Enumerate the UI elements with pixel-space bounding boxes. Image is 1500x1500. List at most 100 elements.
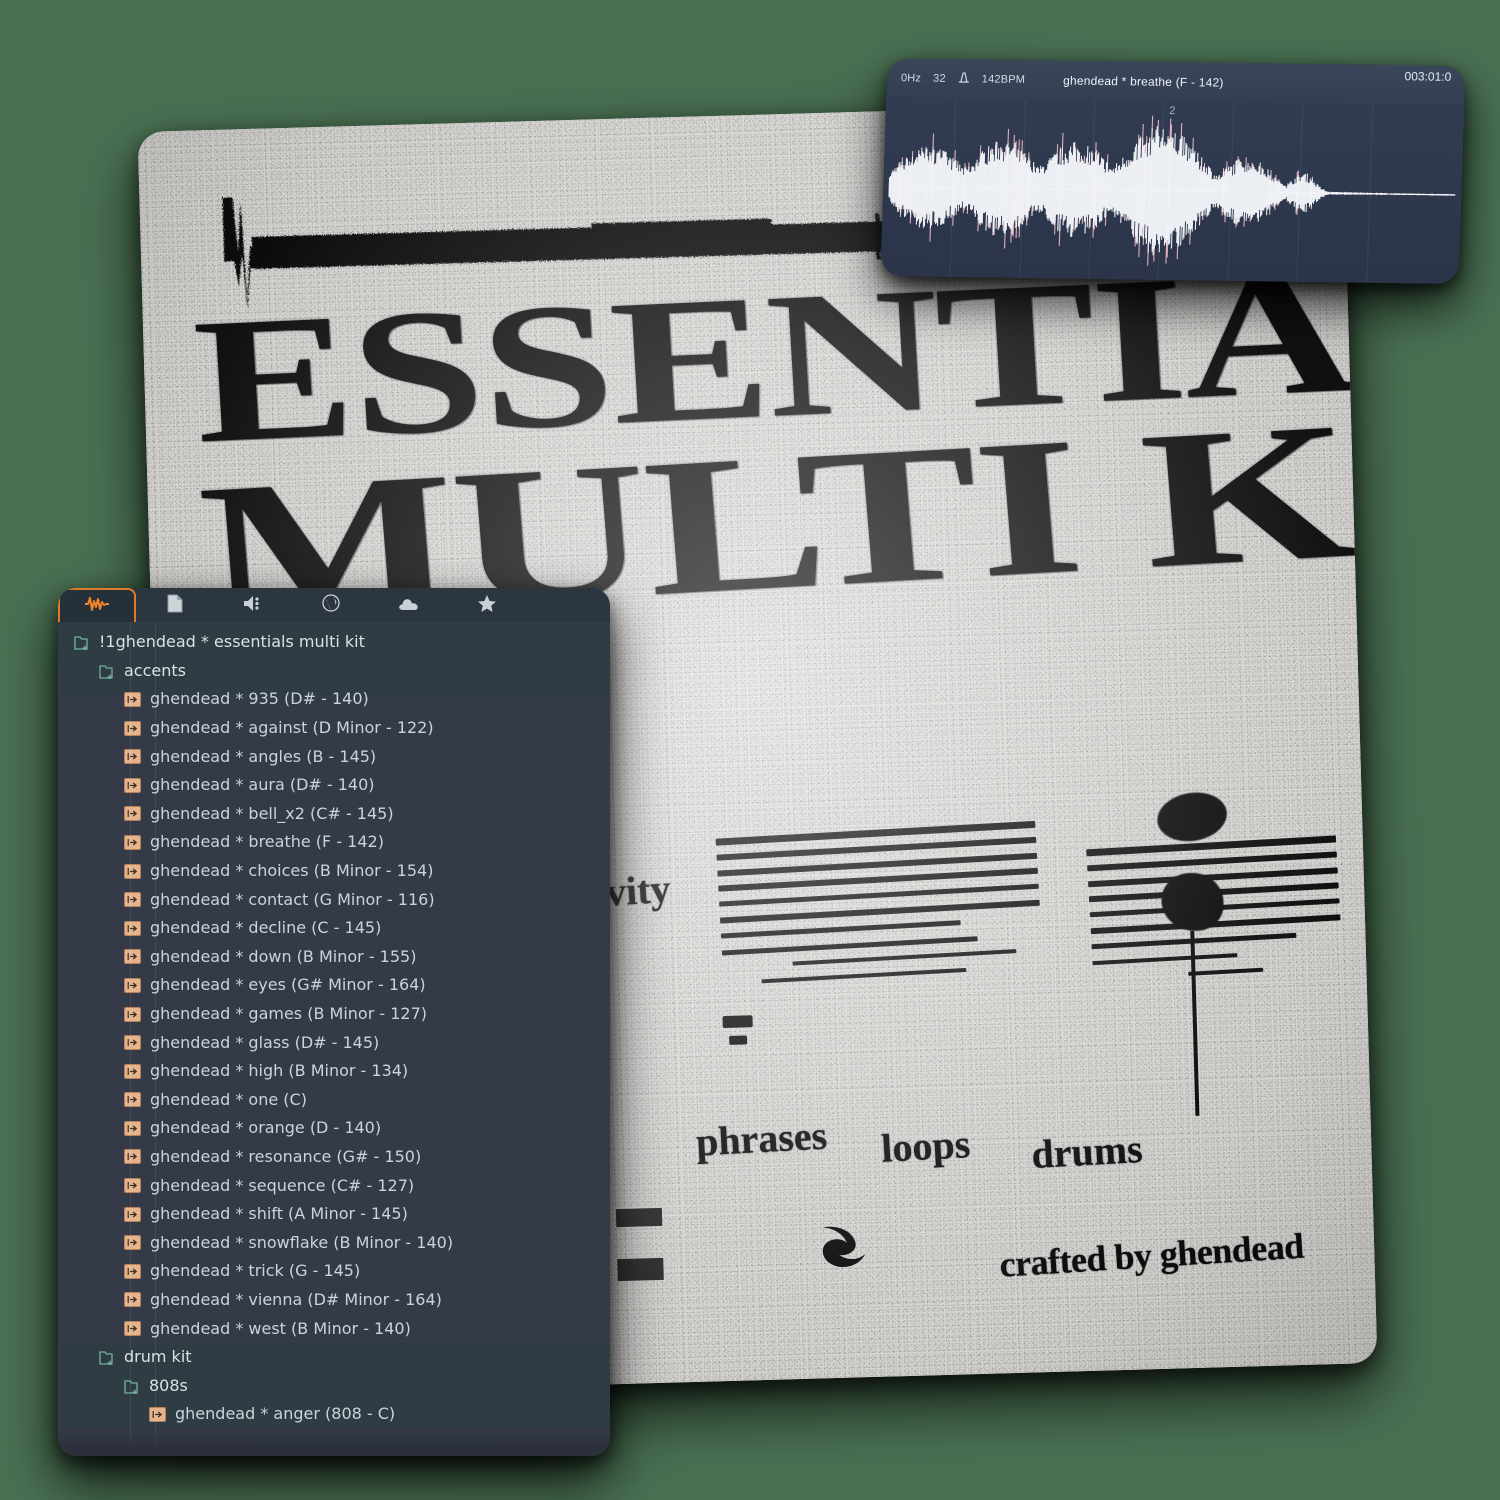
tree-row-label: ghendead * decline (C - 145) [150,918,382,938]
tree-guide-line [155,622,156,1456]
tree-row-label: ghendead * choices (B Minor - 154) [150,861,434,881]
tree-file-row[interactable]: ghendead * trick (G - 145) [58,1257,610,1286]
tree-row-label: ghendead * breathe (F - 142) [150,832,384,852]
audio-sample-icon [124,920,141,936]
bpm-label: 142BPM [981,73,1026,86]
tree-folder-row[interactable]: 808s [58,1371,610,1400]
tree-file-row[interactable]: ghendead * down (B Minor - 155) [58,943,610,972]
tree-file-row[interactable]: ghendead * bell_x2 (C# - 145) [58,800,610,829]
tree-file-row[interactable]: ghendead * anger (808 - C) [58,1400,610,1429]
tree-row-label: ghendead * games (B Minor - 127) [150,1004,428,1024]
poster-ink-mark-1 [722,1015,753,1029]
tree-file-row[interactable]: ghendead * high (B Minor - 134) [58,1057,610,1086]
poster-credit-text: crafted by ghendead [998,1225,1305,1285]
tree-row-label: ghendead * down (B Minor - 155) [150,946,417,966]
tree-row-label: ghendead * trick (G - 145) [150,1261,361,1281]
audio-preview-window[interactable]: 0Hz 32 142BPM ghendead * breathe (F - 14… [880,58,1466,284]
metronome-icon[interactable] [957,71,969,87]
tree-file-row[interactable]: ghendead * one (C) [58,1086,610,1115]
tree-file-row[interactable]: ghendead * vienna (D# Minor - 164) [58,1286,610,1315]
audio-sample-icon [124,892,141,908]
tree-row-label: ghendead * snowflake (B Minor - 140) [150,1232,454,1252]
speaker-icon [243,595,263,616]
file-browser-panel[interactable]: !1ghendead * essentials multi kit accents… [58,588,610,1456]
tree-folder-row[interactable]: accents [58,657,610,686]
audio-sample-icon [124,1035,141,1051]
audio-sample-icon [124,1321,141,1337]
tree-file-row[interactable]: ghendead * eyes (G# Minor - 164) [58,971,610,1000]
tree-file-row[interactable]: ghendead * choices (B Minor - 154) [58,857,610,886]
audio-waveform-area[interactable]: 2 [880,98,1465,284]
poster-word-loops: loops [880,1121,972,1171]
poster-edge-mark-1 [615,1207,663,1228]
browser-tab-bar[interactable] [58,588,610,622]
audio-file-title: ghendead * breathe (F - 142) [1062,73,1224,90]
tab-plugin-browser[interactable] [58,588,136,622]
audio-sample-icon [124,691,141,707]
tree-file-row[interactable]: ghendead * against (D Minor - 122) [58,714,610,743]
tree-file-row[interactable]: ghendead * west (B Minor - 140) [58,1314,610,1343]
poster-word-phrases: phrases [694,1112,829,1165]
tree-file-row[interactable]: ghendead * breathe (F - 142) [58,828,610,857]
tree-folder-row[interactable]: !1ghendead * essentials multi kit [58,628,610,657]
tab-favorites[interactable] [448,588,526,622]
audio-timecode-label: 003:01:0 [1404,69,1452,84]
tree-file-row[interactable]: ghendead * 935 (D# - 140) [58,685,610,714]
tab-sound-browser[interactable] [214,588,292,622]
folder-icon [99,664,116,680]
audio-sample-icon [124,806,141,822]
tree-file-row[interactable]: ghendead * contact (G Minor - 116) [58,885,610,914]
audio-sample-icon [124,1063,141,1079]
tree-row-label: ghendead * high (B Minor - 134) [150,1061,409,1081]
folder-icon [74,635,91,651]
tree-file-row[interactable]: ghendead * glass (D# - 145) [58,1028,610,1057]
waveform-plugin-icon [84,596,110,616]
audio-sample-icon [124,1178,141,1194]
tree-row-label: ghendead * glass (D# - 145) [150,1032,380,1052]
audio-sample-icon [124,1292,141,1308]
tree-row-label: !1ghendead * essentials multi kit [99,632,365,652]
tree-file-row[interactable]: ghendead * resonance (G# - 150) [58,1143,610,1172]
tree-file-row[interactable]: ghendead * angles (B - 145) [58,742,610,771]
tree-row-label: ghendead * aura (D# - 140) [150,775,375,795]
tree-guide-line [130,622,131,1456]
ghendead-logo-icon [822,1226,866,1268]
poster-ink-blob-top [1153,787,1231,847]
tree-row-label: ghendead * shift (A Minor - 145) [150,1204,408,1224]
tree-row-label: ghendead * one (C) [150,1089,307,1109]
audio-sample-icon [124,1206,141,1222]
tree-file-row[interactable]: ghendead * games (B Minor - 127) [58,1000,610,1029]
tab-cloud-browser[interactable] [370,588,448,622]
tree-file-row[interactable]: ghendead * aura (D# - 140) [58,771,610,800]
tree-row-label: ghendead * vienna (D# Minor - 164) [150,1289,442,1309]
poster-stripe-block-left [715,820,1044,986]
tree-row-label: ghendead * 935 (D# - 140) [150,689,369,709]
file-tree-list[interactable]: !1ghendead * essentials multi kit accents… [58,622,610,1456]
star-icon [477,594,497,617]
tree-row-label: ghendead * west (B Minor - 140) [150,1318,411,1338]
audio-sample-icon [124,1263,141,1279]
tree-row-label: ghendead * anger (808 - C) [175,1404,396,1424]
tree-file-row[interactable]: ghendead * orange (D - 140) [58,1114,610,1143]
tree-folder-row[interactable]: drum kit [58,1343,610,1372]
audio-sample-icon [124,1092,141,1108]
tree-file-row[interactable]: ghendead * decline (C - 145) [58,914,610,943]
tree-row-label: ghendead * sequence (C# - 127) [150,1175,415,1195]
tree-row-label: ghendead * against (D Minor - 122) [150,718,434,738]
audio-sample-icon [124,1120,141,1136]
audio-sample-icon [124,977,141,993]
audio-sample-icon [124,834,141,850]
file-page-icon [167,594,183,617]
tree-file-row[interactable]: ghendead * sequence (C# - 127) [58,1171,610,1200]
globe-icon [322,594,340,616]
folder-icon [124,1379,141,1395]
tree-file-row[interactable]: ghendead * shift (A Minor - 145) [58,1200,610,1229]
tab-web-browser[interactable] [292,588,370,622]
tree-file-row[interactable]: ghendead * snowflake (B Minor - 140) [58,1228,610,1257]
poster-word-drums: drums [1030,1125,1144,1177]
audio-sample-icon [124,1235,141,1251]
bit-depth-label: 32 [932,72,946,85]
audio-sample-icon [124,777,141,793]
tab-file-browser[interactable] [136,588,214,622]
audio-sample-icon [124,720,141,736]
